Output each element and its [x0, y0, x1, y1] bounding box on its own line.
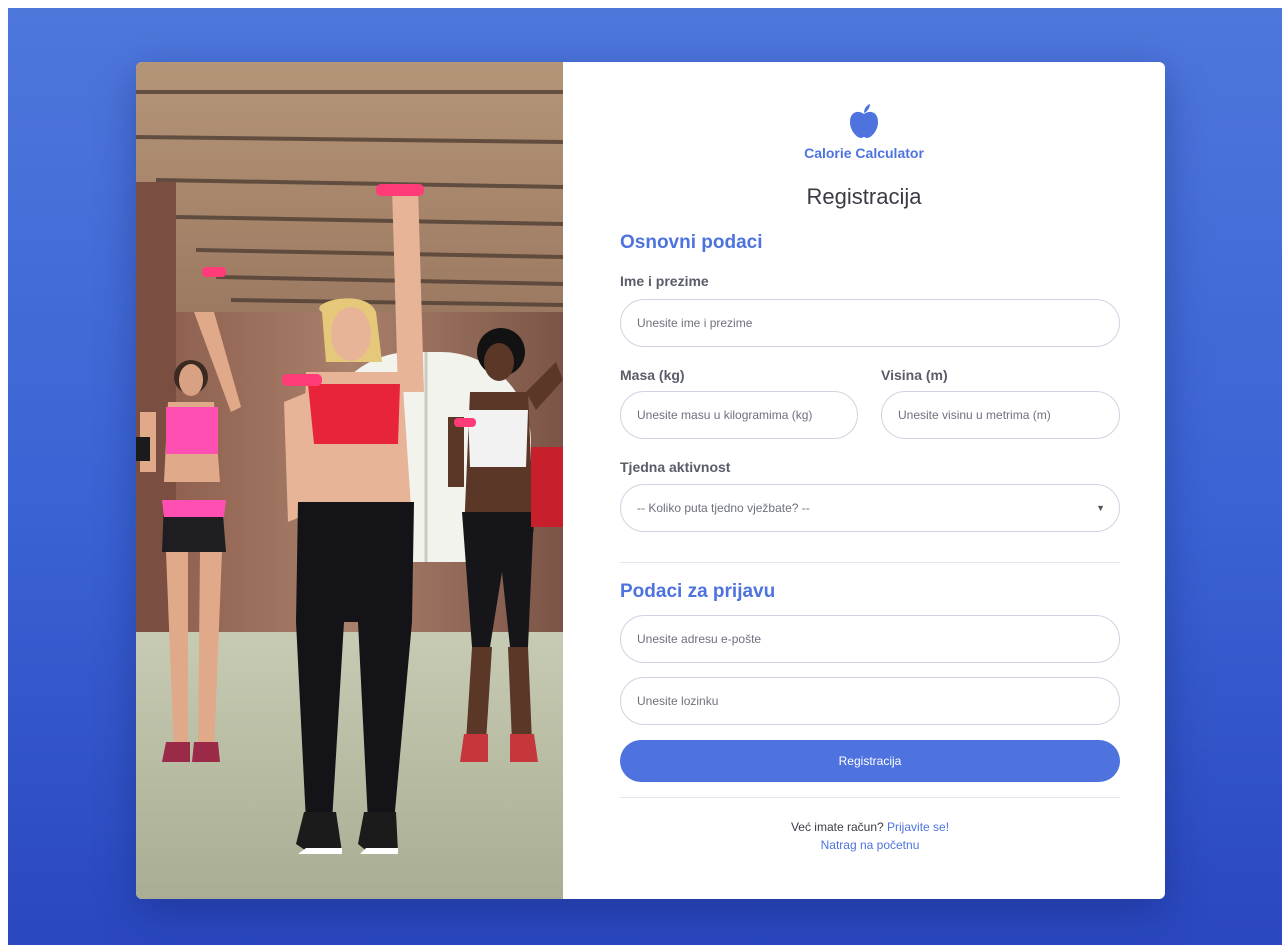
- page-title: Registracija: [806, 184, 922, 209]
- fitness-photo: [136, 62, 563, 899]
- page-background: Calorie Calculator Registracija Osnovni …: [8, 8, 1282, 945]
- section-divider: [620, 562, 1120, 563]
- fitness-photo-illustration: [136, 62, 563, 899]
- footer-links: Već imate račun? Prijavite se! Natrag na…: [620, 818, 1120, 854]
- chevron-down-icon: ▼: [1096, 503, 1105, 513]
- section-heading-basic: Osnovni podaci: [620, 232, 763, 253]
- brand-name: Calorie Calculator: [804, 145, 924, 161]
- activity-select[interactable]: -- Koliko puta tjedno vježbate? -- ▼: [620, 484, 1120, 532]
- email-input[interactable]: [620, 615, 1120, 663]
- footer-divider: [620, 797, 1120, 798]
- height-label: Visina (m): [881, 367, 948, 383]
- section-heading-login: Podaci za prijavu: [620, 581, 776, 602]
- full-name-label: Ime i prezime: [620, 273, 709, 289]
- back-home-link[interactable]: Natrag na početnu: [821, 838, 920, 852]
- apple-icon: [850, 104, 878, 138]
- brand-logo[interactable]: Calorie Calculator: [563, 104, 1165, 161]
- login-prompt: Već imate račun? Prijavite se!: [620, 818, 1120, 836]
- activity-select-value: -- Koliko puta tjedno vježbate? --: [637, 501, 810, 515]
- registration-card: Calorie Calculator Registracija Osnovni …: [136, 62, 1165, 899]
- registration-form: Calorie Calculator Registracija Osnovni …: [563, 62, 1165, 899]
- have-account-text: Već imate račun?: [790, 820, 884, 834]
- weight-input[interactable]: [620, 391, 858, 439]
- height-input[interactable]: [881, 391, 1120, 439]
- password-input[interactable]: [620, 677, 1120, 725]
- full-name-input[interactable]: [620, 299, 1120, 347]
- login-link[interactable]: Prijavite se!: [887, 820, 949, 834]
- weight-label: Masa (kg): [620, 367, 685, 383]
- register-button[interactable]: Registracija: [620, 740, 1120, 782]
- activity-label: Tjedna aktivnost: [620, 459, 731, 475]
